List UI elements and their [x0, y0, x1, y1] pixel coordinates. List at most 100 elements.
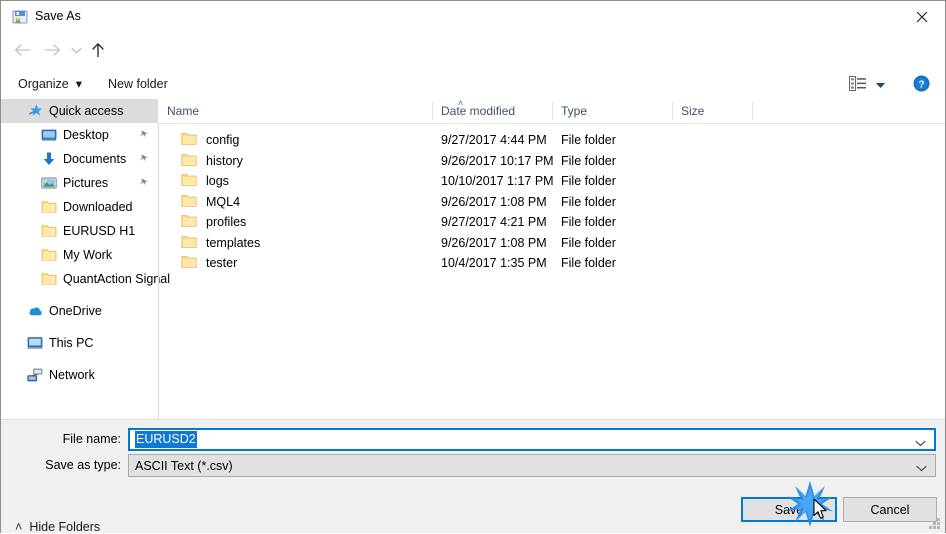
desktop-icon: [41, 127, 57, 143]
star-icon: [27, 103, 43, 119]
sidebar-item-this-pc[interactable]: This PC: [1, 331, 158, 355]
file-type: File folder: [561, 215, 616, 230]
save-panel: File name: EURUSD2 Save as type: ASCII T…: [1, 419, 945, 534]
network-icon: [27, 367, 43, 383]
chevron-up-icon: ˄: [15, 520, 23, 534]
cancel-button[interactable]: Cancel: [843, 497, 937, 522]
sidebar-item-label: Quick access: [49, 104, 124, 118]
view-layout-button[interactable]: [849, 76, 886, 94]
new-folder-button[interactable]: New folder: [108, 68, 168, 99]
table-row[interactable]: profiles 9/27/2017 4:21 PM File folder: [158, 212, 945, 233]
pin-icon[interactable]: [138, 129, 148, 143]
sidebar-item-quantaction-signal[interactable]: QuantAction Signal: [1, 267, 170, 291]
table-row[interactable]: tester 10/4/2017 1:35 PM File folder: [158, 253, 945, 274]
svg-text:?: ?: [918, 79, 924, 90]
this-pc-icon: [27, 335, 43, 351]
folder-icon: [181, 235, 197, 249]
column-header-date[interactable]: Date modified: [432, 99, 552, 123]
sidebar-item-desktop[interactable]: Desktop: [1, 123, 158, 147]
file-list[interactable]: config 9/27/2017 4:44 PM File folder his…: [158, 123, 945, 419]
up-arrow-icon[interactable]: [85, 37, 111, 63]
organize-button[interactable]: Organize ▾: [18, 68, 82, 99]
chevron-down-icon[interactable]: [916, 461, 927, 475]
sidebar-item-label: QuantAction Signal: [63, 272, 171, 286]
save-button[interactable]: Save: [741, 497, 837, 522]
resize-grip-icon[interactable]: [929, 518, 940, 529]
sidebar-item-label: Desktop: [63, 128, 109, 142]
folder-icon: [41, 271, 57, 287]
window-title: Save As: [35, 9, 81, 23]
sidebar-item-eurusd-h1[interactable]: EURUSD H1: [1, 219, 158, 243]
sidebar-item-pictures[interactable]: Pictures: [1, 171, 158, 195]
new-folder-label: New folder: [108, 76, 168, 91]
sidebar-item-label: Documents: [63, 152, 127, 166]
folder-icon: [181, 132, 197, 146]
recent-locations-chevron-down-icon[interactable]: [67, 37, 85, 63]
file-name-value[interactable]: EURUSD2: [135, 431, 197, 448]
file-date: 9/26/2017 1:08 PM: [441, 235, 547, 250]
sidebar-item-label: Downloaded: [63, 200, 133, 214]
file-type: File folder: [561, 194, 616, 209]
cancel-button-label: Cancel: [870, 502, 910, 517]
file-name: tester: [206, 256, 238, 271]
folder-icon: [181, 214, 197, 228]
folder-icon: [41, 247, 57, 263]
save-as-type-label: Save as type:: [45, 458, 121, 472]
folder-icon: [41, 223, 57, 239]
table-row[interactable]: config 9/27/2017 4:44 PM File folder: [158, 130, 945, 151]
folder-icon: [181, 255, 197, 269]
file-name: templates: [206, 235, 261, 250]
pin-icon[interactable]: [138, 177, 148, 191]
sidebar-item-downloaded[interactable]: Downloaded: [1, 195, 158, 219]
sidebar-item-label: Pictures: [63, 176, 109, 190]
sidebar-item-my-work[interactable]: My Work: [1, 243, 158, 267]
pictures-icon: [41, 175, 57, 191]
file-type: File folder: [561, 133, 616, 148]
file-date: 10/10/2017 1:17 PM: [441, 174, 554, 189]
chevron-down-icon[interactable]: [915, 436, 926, 450]
view-layout-icon: [849, 76, 867, 94]
file-name: config: [206, 133, 240, 148]
back-arrow-icon[interactable]: [9, 37, 35, 63]
file-name: history: [206, 153, 243, 168]
documents-download-icon: [41, 151, 57, 167]
folder-icon: [41, 199, 57, 215]
sidebar-item-label: OneDrive: [49, 304, 102, 318]
navigation-bar: « Roaming › MetaQuotes › Terminal › 9155…: [1, 32, 945, 93]
column-header-size[interactable]: Size: [672, 99, 752, 123]
organize-label: Organize: [18, 76, 69, 91]
forward-arrow-icon[interactable]: [39, 37, 65, 63]
close-icon[interactable]: [899, 1, 945, 32]
sidebar-item-documents[interactable]: Documents: [1, 147, 158, 171]
file-name: profiles: [206, 215, 247, 230]
sidebar-item-quick-access[interactable]: Quick access: [1, 99, 158, 123]
column-header-name[interactable]: Name: [158, 99, 432, 123]
column-divider[interactable]: [752, 102, 753, 120]
table-row[interactable]: MQL4 9/26/2017 1:08 PM File folder: [158, 192, 945, 213]
save-as-type-value: ASCII Text (*.csv): [135, 458, 233, 473]
file-type: File folder: [561, 256, 616, 271]
table-row[interactable]: logs 10/10/2017 1:17 PM File folder: [158, 171, 945, 192]
sidebar-item-onedrive[interactable]: OneDrive: [1, 299, 158, 323]
save-as-icon: [12, 9, 28, 25]
pin-icon[interactable]: [138, 153, 148, 167]
hide-folders-button[interactable]: ˄ Hide Folders: [15, 520, 100, 534]
view-chevron-down-icon[interactable]: [875, 78, 886, 92]
save-as-type-select[interactable]: ASCII Text (*.csv): [128, 454, 936, 477]
table-row[interactable]: history 9/26/2017 10:17 PM File folder: [158, 151, 945, 172]
column-header-type[interactable]: Type: [552, 99, 672, 123]
sidebar-item-label: This PC: [49, 336, 94, 350]
file-name: MQL4: [206, 194, 241, 209]
folder-icon: [181, 153, 197, 167]
file-date: 9/27/2017 4:21 PM: [441, 215, 547, 230]
sidebar-item-label: Network: [49, 368, 95, 382]
table-row[interactable]: templates 9/26/2017 1:08 PM File folder: [158, 233, 945, 254]
file-name-input[interactable]: EURUSD2: [128, 428, 936, 451]
file-type: File folder: [561, 153, 616, 168]
sidebar-item-network[interactable]: Network: [1, 363, 158, 387]
help-icon[interactable]: ?: [913, 75, 930, 92]
file-list-header: ˄ Name Date modified Type Size: [158, 98, 945, 124]
